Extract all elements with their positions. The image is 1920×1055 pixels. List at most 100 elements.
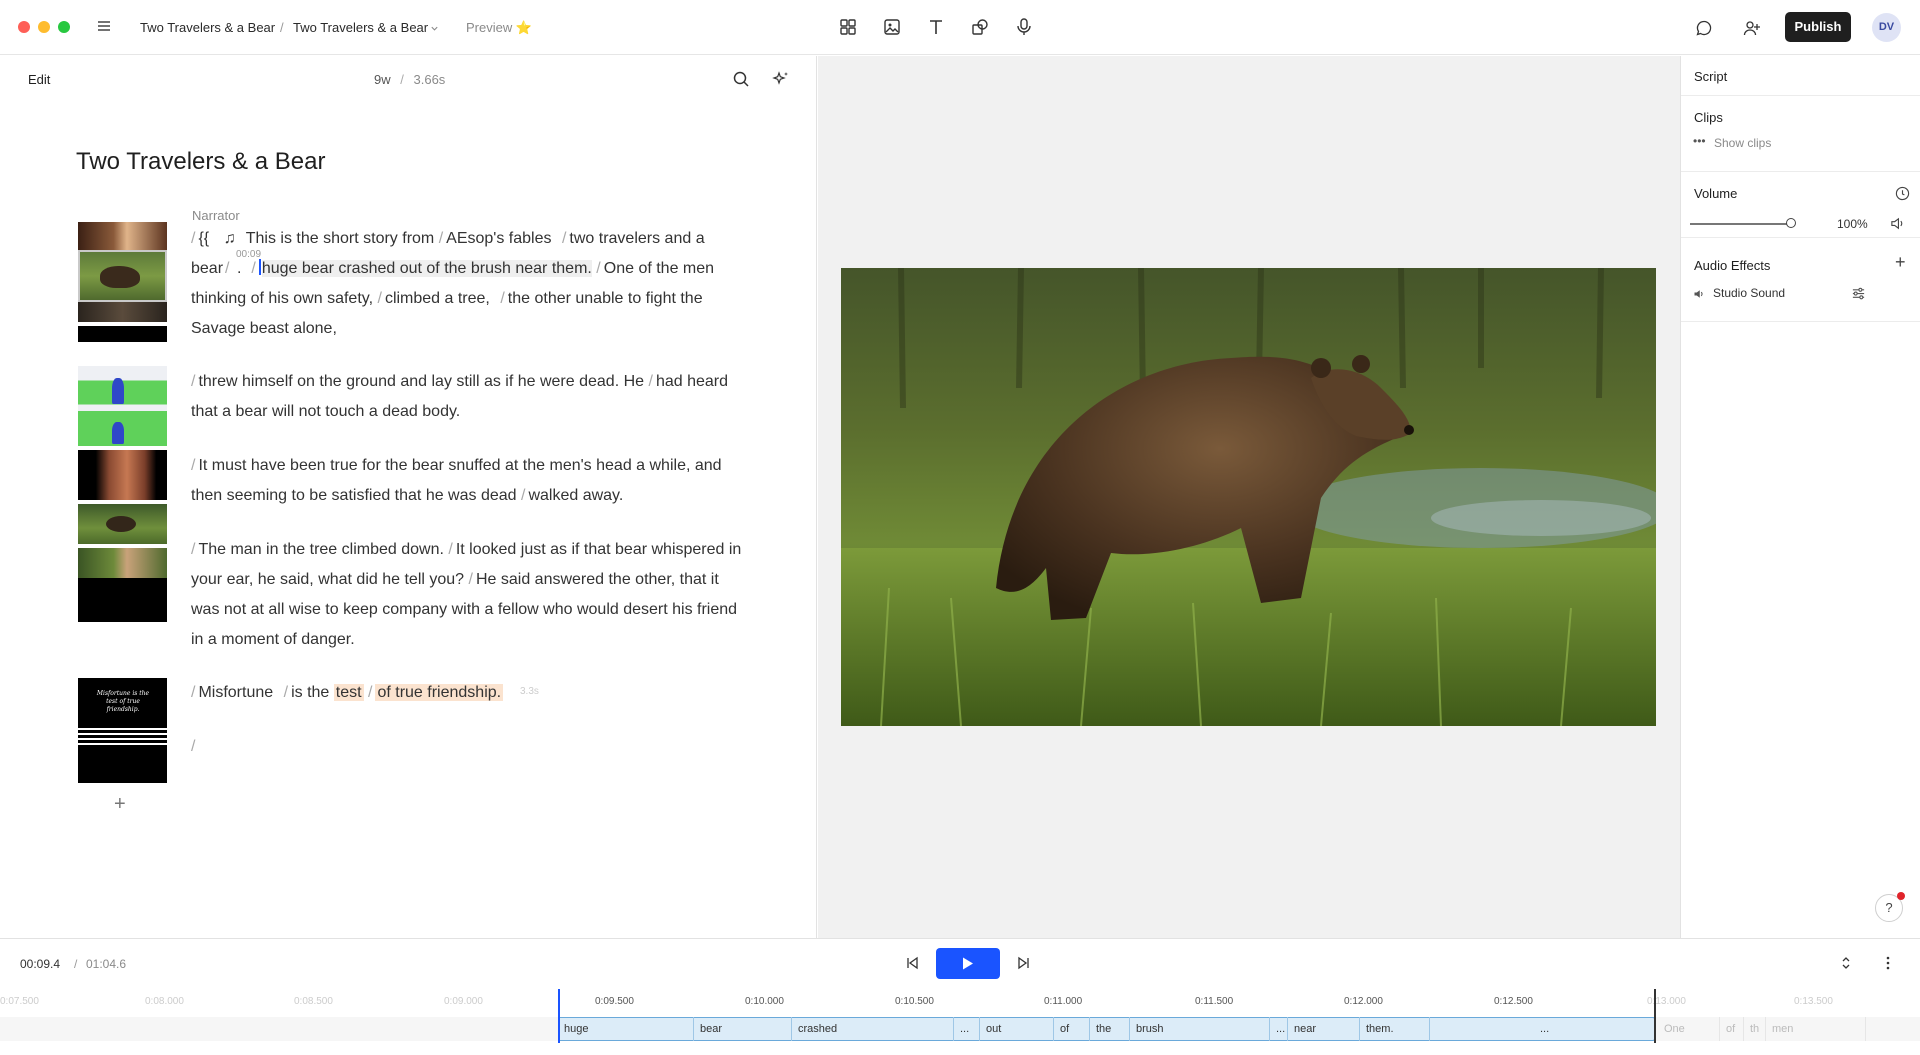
scene-thumbnail[interactable] [78, 302, 167, 322]
hamburger-menu-icon[interactable] [96, 18, 112, 34]
insert-toolbar [838, 17, 1034, 37]
user-avatar[interactable]: DV [1872, 13, 1901, 42]
comment-icon[interactable] [1695, 19, 1713, 37]
scene-thumbnails-3 [78, 450, 167, 622]
timeline-gap[interactable]: ... [1430, 1017, 1654, 1041]
volume-slider-handle[interactable] [1786, 218, 1796, 228]
timeline-word[interactable]: out [980, 1017, 1054, 1041]
scene-thumbnail[interactable] [78, 326, 167, 342]
video-preview[interactable] [841, 268, 1656, 726]
edit-mode-label[interactable]: Edit [28, 72, 50, 87]
timeline-word[interactable]: crashed [792, 1017, 954, 1041]
scene-thumbnails-2 [78, 366, 167, 446]
scene-thumbnail[interactable] [78, 504, 167, 544]
sliders-settings-icon[interactable] [1851, 286, 1866, 301]
script-paragraph-5[interactable]: / Misfortune / is the test / of true friend… [191, 678, 749, 708]
script-section-title[interactable]: Script [1694, 69, 1727, 84]
script-paragraph-4[interactable]: / The man in the tree climbed down. / It l… [191, 535, 749, 655]
music-note-icon[interactable]: ♫ [224, 230, 236, 247]
ruler-tick-label: 0:11.000 [1044, 996, 1083, 1007]
highlighted-word[interactable]: test [333, 684, 364, 701]
ruler-tick-label: 0:08.000 [145, 996, 184, 1007]
timeline-word[interactable]: near [1288, 1017, 1360, 1041]
layout-grid-icon[interactable] [838, 17, 858, 37]
timeline-gap[interactable]: ... [1270, 1017, 1288, 1041]
timeline-gap[interactable]: ... [954, 1017, 980, 1041]
text-icon[interactable] [926, 17, 946, 37]
script-section: Script [1681, 56, 1920, 96]
timeline-word[interactable]: the [1090, 1017, 1130, 1041]
timeline-word[interactable]: One [1658, 1017, 1720, 1041]
timeline-ruler[interactable]: 0:07.500 0:08.000 0:08.500 0:09.000 0:09… [0, 990, 1920, 1012]
shapes-icon[interactable] [970, 17, 990, 37]
timeline-word[interactable]: of [1054, 1017, 1090, 1041]
ruler-tick-label: 0:11.500 [1195, 996, 1234, 1007]
end-marker: 3.3s [520, 686, 539, 697]
add-collaborator-icon[interactable] [1743, 19, 1761, 37]
timeline-word[interactable]: them. [1360, 1017, 1430, 1041]
breadcrumb-project[interactable]: Two Travelers & a Bear [140, 20, 275, 35]
add-scene-button[interactable]: + [114, 793, 126, 816]
breadcrumb-composition[interactable]: Two Travelers & a Bear [293, 20, 428, 35]
script-paragraph-empty[interactable]: / [191, 732, 749, 762]
ai-sparkle-icon[interactable] [772, 70, 790, 88]
ruler-tick-label: 0:13.000 [1647, 996, 1686, 1007]
image-icon[interactable] [882, 17, 902, 37]
ruler-tick-label: 0:10.500 [895, 996, 934, 1007]
scene-thumbnail[interactable] [78, 578, 167, 622]
speaker-icon[interactable] [1890, 216, 1905, 231]
search-icon[interactable] [732, 70, 750, 88]
chevron-down-icon[interactable] [430, 24, 439, 33]
title-card-thumbnail[interactable]: Misfortune is the test of true friendshi… [78, 678, 167, 728]
microphone-icon[interactable] [1014, 17, 1034, 37]
volume-slider-track[interactable] [1690, 223, 1790, 225]
highlighted-phrase[interactable]: of true friendship. [375, 684, 504, 701]
timeline-word[interactable]: brush [1130, 1017, 1270, 1041]
breadcrumb-separator: / [280, 20, 284, 35]
scene-thumbnail[interactable] [78, 222, 167, 250]
scene-thumbnail[interactable] [78, 366, 167, 446]
ruler-tick-label: 0:13.500 [1794, 996, 1833, 1007]
window-zoom-button[interactable] [58, 21, 70, 33]
timeline-word[interactable]: th [1744, 1017, 1766, 1041]
properties-sidebar: Script Clips ••• Show clips Volume 100% … [1680, 56, 1920, 938]
bear-in-grass-image [841, 268, 1656, 726]
notification-dot [1897, 892, 1905, 900]
script-paragraph-3[interactable]: / It must have been true for the bear snu… [191, 451, 749, 511]
script-paragraph-1[interactable]: /{{ ♫ This is the short story from / AEso… [191, 224, 749, 344]
ruler-tick-label: 0:12.000 [1344, 996, 1383, 1007]
scene-thumbnail-selected[interactable] [78, 250, 167, 302]
publish-button[interactable]: Publish [1785, 12, 1851, 42]
play-icon [963, 957, 973, 970]
window-minimize-button[interactable] [38, 21, 50, 33]
play-button[interactable] [936, 948, 1000, 979]
document-title[interactable]: Two Travelers & a Bear [76, 148, 325, 176]
studio-sound-label[interactable]: Studio Sound [1713, 286, 1785, 300]
skip-forward-icon[interactable] [1016, 955, 1032, 971]
show-clips-link[interactable]: Show clips [1714, 136, 1771, 150]
preview-link[interactable]: Preview ⭐ [466, 20, 532, 36]
scene-thumbnail[interactable] [78, 745, 167, 783]
more-dots-icon[interactable]: ••• [1693, 134, 1706, 148]
playhead[interactable] [558, 989, 560, 1043]
word-count: 9w [374, 72, 391, 87]
timeline-word[interactable]: of [1720, 1017, 1744, 1041]
timeline-word[interactable]: huge [558, 1017, 694, 1041]
scene-thumbnail[interactable] [78, 548, 167, 578]
timeline-word[interactable]: bear [694, 1017, 792, 1041]
scene-thumbnail[interactable] [78, 450, 167, 500]
expand-timeline-icon[interactable] [1838, 955, 1854, 971]
selected-text[interactable]: huge bear crashed out of the brush near … [261, 260, 592, 277]
text-cursor [258, 259, 261, 275]
selection-end-handle[interactable] [1654, 989, 1656, 1043]
timeline-word[interactable]: men [1766, 1017, 1866, 1041]
more-options-icon[interactable] [1880, 955, 1896, 971]
add-effect-plus-icon[interactable]: + [1895, 252, 1906, 273]
clips-section-title: Clips [1694, 110, 1723, 125]
script-paragraph-2[interactable]: / threw himself on the ground and lay sti… [191, 367, 749, 427]
selection-stats: 9w / 3.66s [374, 72, 445, 87]
volume-info-icon[interactable] [1895, 186, 1910, 201]
window-close-button[interactable] [18, 21, 30, 33]
speaker-label[interactable]: Narrator [192, 208, 240, 223]
skip-back-icon[interactable] [904, 955, 920, 971]
